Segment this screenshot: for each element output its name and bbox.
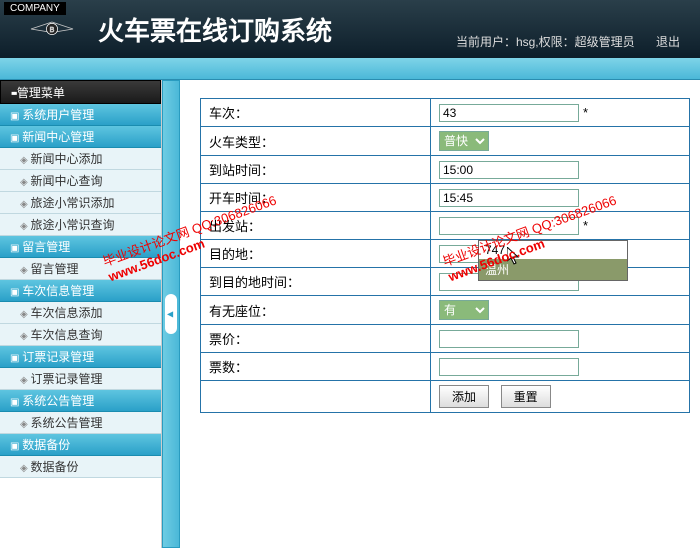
form-label: 票价：	[201, 325, 431, 353]
form-label: 到站时间：	[201, 156, 431, 184]
form-label: 目的地：	[201, 240, 431, 268]
form-label: 火车类型：	[201, 127, 431, 156]
sidebar-item[interactable]: 新闻中心添加	[0, 148, 161, 170]
submit-button[interactable]: 添加	[439, 385, 489, 408]
sidebar-item[interactable]: 旅途小常识添加	[0, 192, 161, 214]
logout-link[interactable]: 退出	[656, 35, 680, 49]
form-select[interactable]: 有	[439, 300, 489, 320]
split-handle-icon[interactable]	[165, 294, 177, 334]
sidebar-item[interactable]: 留言管理	[0, 258, 161, 280]
sidebar-category[interactable]: 留言管理	[0, 236, 161, 258]
sidebar-category[interactable]: 车次信息管理	[0, 280, 161, 302]
topbar	[0, 58, 700, 80]
form-input[interactable]	[439, 217, 579, 235]
current-user: 当前用户：hsg,权限：超级管理员	[456, 35, 635, 49]
form-input[interactable]	[439, 189, 579, 207]
required-mark: *	[583, 218, 588, 233]
sidebar-item[interactable]: 新闻中心查询	[0, 170, 161, 192]
sidebar: 管理菜单 系统用户管理新闻中心管理新闻中心添加新闻中心查询旅途小常识添加旅途小常…	[0, 80, 162, 548]
form-label: 到目的地时间：	[201, 268, 431, 296]
sidebar-item[interactable]: 订票记录管理	[0, 368, 161, 390]
sidebar-category[interactable]: 数据备份	[0, 434, 161, 456]
menu-title: 管理菜单	[0, 80, 161, 104]
form-label: 有无座位：	[201, 296, 431, 325]
header: COMPANY B 火车票在线订购系统 当前用户：hsg,权限：超级管理员 退出	[0, 0, 700, 58]
form-label: 开车时间：	[201, 184, 431, 212]
form-label: 票数：	[201, 353, 431, 381]
sidebar-category[interactable]: 新闻中心管理	[0, 126, 161, 148]
sidebar-item[interactable]: 数据备份	[0, 456, 161, 478]
split-bar[interactable]	[162, 80, 180, 548]
form-input[interactable]	[439, 104, 579, 122]
sidebar-category[interactable]: 系统用户管理	[0, 104, 161, 126]
svg-text:B: B	[50, 27, 55, 34]
sidebar-category[interactable]: 订票记录管理	[0, 346, 161, 368]
form-input[interactable]	[439, 330, 579, 348]
required-mark: *	[583, 105, 588, 120]
cursor-icon	[507, 247, 523, 267]
main-content: 车次：*火车类型：普快到站时间：开车时间：出发站：*目的地：*到目的地时间：有无…	[180, 80, 700, 548]
form-label: 出发站：	[201, 212, 431, 240]
sidebar-item[interactable]: 车次信息查询	[0, 324, 161, 346]
sidebar-category[interactable]: 系统公告管理	[0, 390, 161, 412]
reset-button[interactable]: 重置	[501, 385, 551, 408]
sidebar-item[interactable]: 系统公告管理	[0, 412, 161, 434]
logo-icon: B	[12, 14, 92, 44]
app-title: 火车票在线订购系统	[98, 11, 332, 48]
dropdown-item[interactable]: 温州	[479, 259, 627, 280]
sidebar-item[interactable]: 车次信息添加	[0, 302, 161, 324]
autocomplete-popup[interactable]: 747 温州	[478, 240, 628, 281]
form-label: 车次：	[201, 99, 431, 127]
form-input[interactable]	[439, 358, 579, 376]
company-tag: COMPANY	[4, 2, 66, 15]
sidebar-item[interactable]: 旅途小常识查询	[0, 214, 161, 236]
dropdown-item[interactable]: 747	[479, 241, 627, 259]
user-info: 当前用户：hsg,权限：超级管理员 退出	[438, 33, 680, 50]
form-select[interactable]: 普快	[439, 131, 489, 151]
form-input[interactable]	[439, 161, 579, 179]
